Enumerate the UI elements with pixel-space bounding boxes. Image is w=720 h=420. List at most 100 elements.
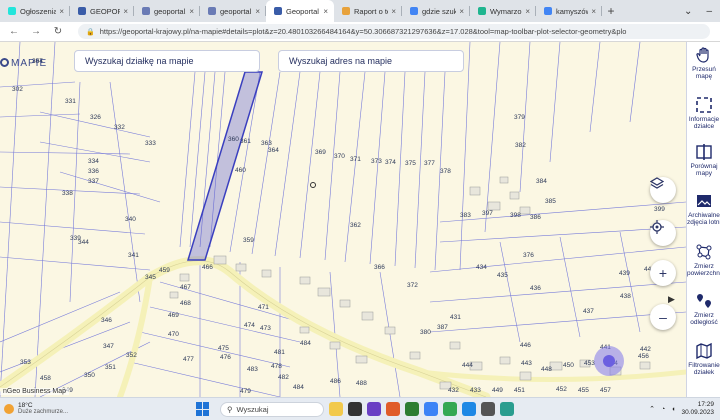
browser-tab[interactable]: geoportal - Pocz× [200, 0, 266, 22]
parcel-number[interactable]: 364 [268, 147, 279, 154]
parcel-number[interactable]: 482 [278, 374, 289, 381]
app2-icon[interactable] [500, 402, 514, 416]
browser-tab[interactable]: Wymarzona dział× [470, 0, 536, 22]
browser-tab[interactable]: GEOPORTAL 2× [70, 0, 134, 22]
parcel-number[interactable]: 340 [125, 216, 136, 223]
parcel-number[interactable]: 334 [88, 158, 99, 165]
file-explorer-icon[interactable] [329, 402, 343, 416]
parcel-number[interactable]: 375 [405, 160, 416, 167]
parcel-number[interactable]: 353 [20, 359, 31, 366]
task-view-icon[interactable] [348, 402, 362, 416]
parcel-number[interactable]: 457 [600, 387, 611, 394]
parcel-number[interactable]: 444 [462, 362, 473, 369]
selected-plot-highlight[interactable] [186, 71, 264, 261]
parcel-number[interactable]: 473 [260, 325, 271, 332]
parcel-number[interactable]: 385 [545, 198, 556, 205]
parcel-number[interactable]: 448 [541, 366, 552, 373]
taskbar-search[interactable]: ⚲ Wyszukaj [220, 401, 324, 417]
close-icon[interactable]: × [323, 7, 328, 16]
parcel-number[interactable]: 399 [654, 206, 665, 213]
parcel-number[interactable]: 386 [530, 214, 541, 221]
parcel-number[interactable]: 452 [556, 386, 567, 393]
parcel-number[interactable]: 337 [88, 178, 99, 185]
parcel-number[interactable]: 363 [261, 140, 272, 147]
layers-button[interactable] [650, 177, 676, 203]
parcel-number[interactable]: 378 [440, 168, 451, 175]
tool-compare[interactable]: Porównaj mapy [687, 139, 720, 191]
parcel-number[interactable]: 459 [159, 267, 170, 274]
parcel-number[interactable]: 488 [356, 380, 367, 387]
browser-tab[interactable]: Ogłoszenia - Sprz× [0, 0, 70, 22]
parcel-number[interactable]: 435 [497, 272, 508, 279]
back-button[interactable]: ← [6, 24, 22, 40]
parcel-number[interactable]: 477 [183, 356, 194, 363]
minimize-icon[interactable]: – [706, 6, 712, 17]
browser-tab[interactable]: gdzie szukać lini× [402, 0, 470, 22]
parcel-number[interactable]: 483 [247, 366, 258, 373]
search-address-input[interactable]: Wyszukaj adres na mapie [278, 50, 464, 72]
parcel-number[interactable]: 460 [235, 167, 246, 174]
tool-info-select[interactable]: Informacje działce [687, 92, 720, 144]
tool-area-measure[interactable]: Zmierzpowierzchnię [687, 239, 720, 291]
parcel-number[interactable]: 384 [536, 178, 547, 185]
parcel-number[interactable]: 439 [619, 270, 630, 277]
parcel-number[interactable]: 469 [168, 312, 179, 319]
parcel-number[interactable]: 370 [334, 153, 345, 160]
parcel-number[interactable]: 380 [420, 329, 431, 336]
chevron-up-icon[interactable]: ⌃ [649, 405, 655, 413]
map-canvas[interactable]: 307 302 331 326 332 333 334 336 337 338 339 340 341 3… [0, 42, 686, 397]
parcel-number[interactable]: 341 [128, 252, 139, 259]
volume-icon[interactable]: ◖ [671, 406, 675, 413]
parcel-number[interactable]: 471 [258, 304, 269, 311]
parcel-number[interactable]: 434 [476, 264, 487, 271]
parcel-number[interactable]: 450 [563, 362, 574, 369]
parcel-number[interactable]: 361 [240, 138, 251, 145]
close-icon[interactable]: × [123, 7, 128, 16]
parcel-number[interactable]: 331 [65, 98, 76, 105]
parcel-number[interactable]: 397 [482, 210, 493, 217]
parcel-number[interactable]: 470 [168, 331, 179, 338]
parcel-number[interactable]: 451 [514, 387, 525, 394]
parcel-number[interactable]: 350 [84, 372, 95, 379]
browser-tab[interactable]: kamyszów kod p× [536, 0, 602, 22]
parcel-number[interactable]: 431 [450, 314, 461, 321]
parcel-number[interactable]: 456 [638, 353, 649, 360]
parcel-number[interactable]: 372 [407, 282, 418, 289]
parcel-number[interactable]: 359 [243, 237, 254, 244]
close-icon[interactable]: × [255, 7, 260, 16]
store-icon[interactable] [462, 402, 476, 416]
reload-button[interactable]: ↻ [50, 24, 66, 40]
parcel-number[interactable]: 476 [220, 354, 231, 361]
parcel-number[interactable]: 432 [448, 387, 459, 394]
dell-icon[interactable] [481, 402, 495, 416]
parcel-number[interactable]: 366 [374, 264, 385, 271]
parcel-number[interactable]: 362 [350, 222, 361, 229]
tool-distance[interactable]: Zmierz odległość [687, 288, 720, 340]
parcel-number[interactable]: 484 [300, 340, 311, 347]
parcel-number[interactable]: 475 [218, 345, 229, 352]
close-icon[interactable]: × [189, 7, 194, 16]
parcel-number[interactable]: 332 [114, 124, 125, 131]
new-tab-button[interactable]: + [602, 0, 620, 22]
parcel-number[interactable]: 443 [521, 360, 532, 367]
excel-icon[interactable] [405, 402, 419, 416]
parcel-number[interactable]: 326 [90, 114, 101, 121]
browser-tab[interactable]: Geoportal Kraj× [266, 0, 334, 22]
floating-action-dot[interactable] [594, 346, 624, 376]
parcel-number[interactable]: 449 [492, 387, 503, 394]
parcel-number[interactable]: 458 [40, 375, 51, 382]
parcel-number[interactable]: 455 [578, 387, 589, 394]
chevron-down-icon[interactable]: ⌄ [684, 6, 692, 17]
chrome-icon[interactable] [443, 402, 457, 416]
parcel-number[interactable]: 437 [583, 308, 594, 315]
parcel-number[interactable]: 398 [510, 212, 521, 219]
tool-hand[interactable]: Przesuń mapę [687, 42, 720, 94]
parcel-number[interactable]: 382 [515, 142, 526, 149]
parcel-number[interactable]: 333 [145, 140, 156, 147]
parcel-number[interactable]: 468 [180, 300, 191, 307]
wifi-icon[interactable]: ◔ [661, 406, 665, 413]
parcel-number[interactable]: 433 [470, 387, 481, 394]
parcel-number[interactable]: 383 [460, 212, 471, 219]
parcel-number[interactable]: 466 [202, 264, 213, 271]
close-icon[interactable]: × [459, 7, 464, 16]
